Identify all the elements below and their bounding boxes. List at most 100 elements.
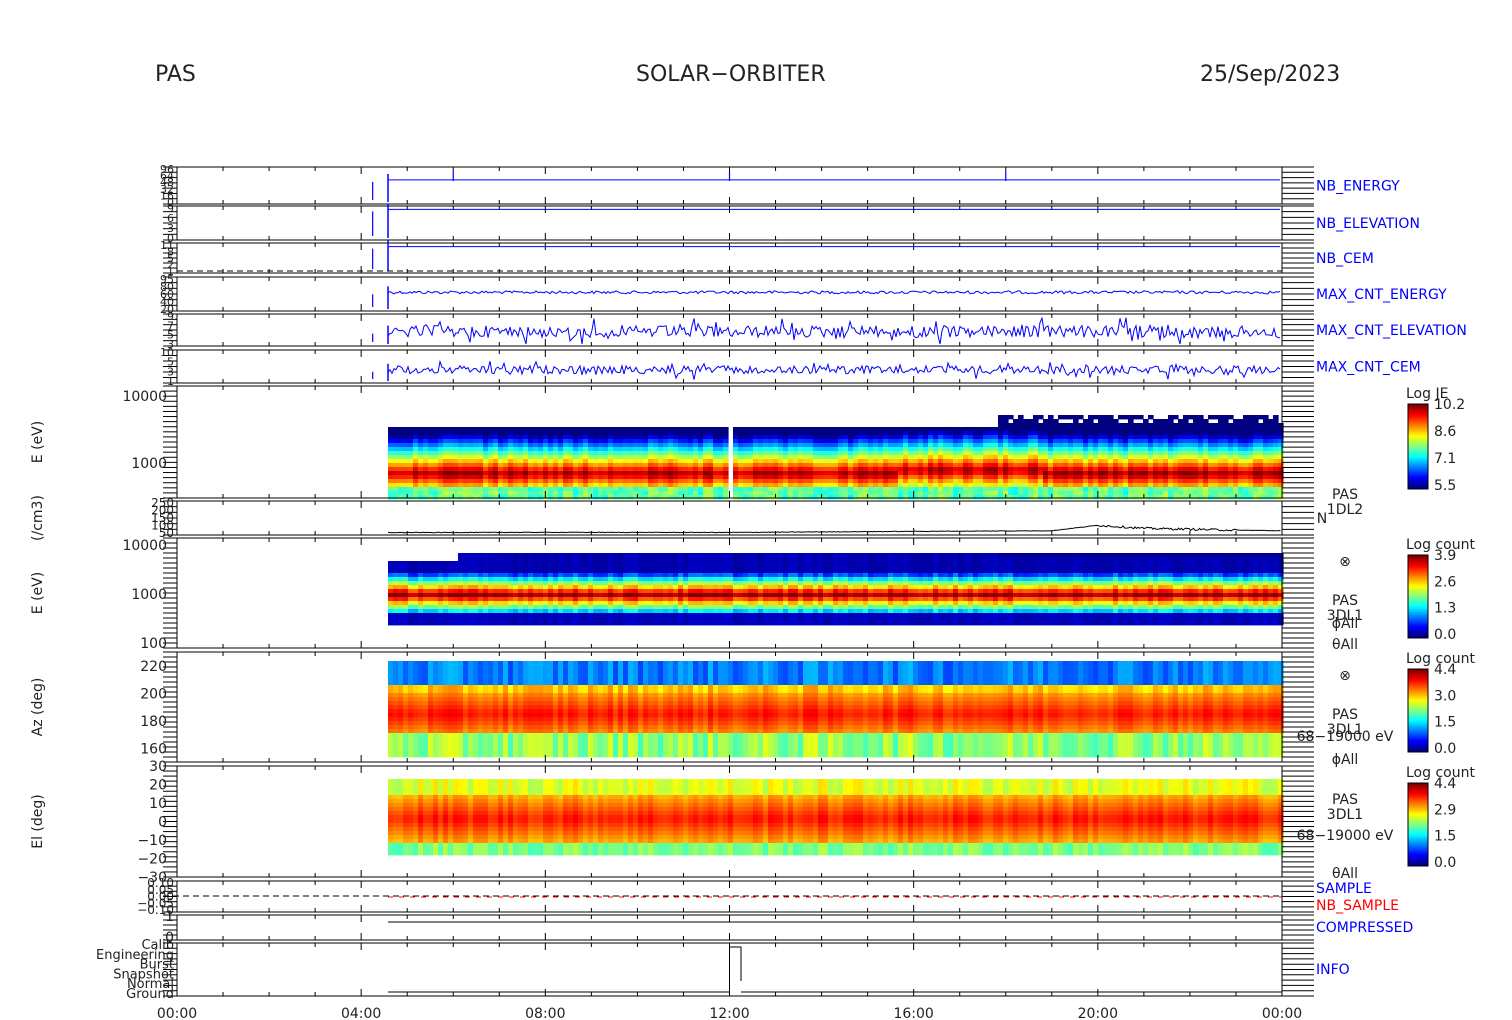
spectro-cell <box>1133 431 1139 436</box>
spectro-cell <box>1253 451 1259 456</box>
spectro-cell <box>458 427 464 432</box>
spectro-cell <box>448 443 454 448</box>
spectro-cell <box>643 573 649 578</box>
spectro-cell <box>978 447 984 452</box>
spectro-cell <box>483 431 489 436</box>
spectro-cell <box>683 487 689 492</box>
spectro-cell <box>683 431 689 436</box>
spectro-cell <box>773 475 779 480</box>
spectro-cell <box>868 479 874 484</box>
spectro-cell <box>1028 479 1034 484</box>
spectro-cell <box>813 435 819 440</box>
spectro-cell <box>628 443 634 448</box>
spectro-cell <box>578 475 584 480</box>
spectro-cell <box>623 621 629 626</box>
spectro-cell <box>1268 451 1274 456</box>
spectro-cell <box>1198 467 1204 472</box>
spectro-cell <box>578 491 584 496</box>
spectro-cell <box>413 561 419 566</box>
spectro-cell <box>453 495 459 500</box>
spectro-cell <box>928 439 934 444</box>
spectro-cell <box>628 557 634 562</box>
spectro-cell <box>648 467 654 472</box>
spectro-cell <box>998 423 1004 428</box>
spectro-cell <box>1213 451 1219 456</box>
spectro-cell <box>818 435 824 440</box>
spectro-cell <box>783 435 789 440</box>
spectro-cell <box>663 573 669 578</box>
spectro-cell <box>413 495 419 500</box>
spectro-cell <box>1048 495 1054 500</box>
spectro-cell <box>1163 495 1169 500</box>
spectro-cell <box>508 451 514 456</box>
spectro-cell <box>738 427 744 432</box>
spectro-cell <box>533 561 539 566</box>
spectro-cell <box>458 455 464 460</box>
spectro-cell <box>853 443 859 448</box>
spectro-cell <box>663 609 669 614</box>
spectro-cell <box>1188 491 1194 496</box>
colorbar-log-je-tick: 8.6 <box>1434 424 1456 440</box>
spectro-cell <box>703 435 709 440</box>
spectro-cell <box>753 435 759 440</box>
spectro-cell <box>533 593 539 598</box>
spectro-cell <box>1028 471 1034 476</box>
spectro-cell <box>878 431 884 436</box>
spectro-cell <box>578 447 584 452</box>
spectro-cell <box>903 487 909 492</box>
spectro-cell <box>523 427 529 432</box>
spectro-cell <box>1153 423 1159 428</box>
spectro-cell <box>568 581 574 586</box>
spectro-cell <box>1048 415 1054 420</box>
spectro-cell <box>498 447 504 452</box>
spectro-cell <box>393 459 399 464</box>
spectro-cell <box>928 459 934 464</box>
spectro-cell <box>433 483 439 488</box>
spectro-cell <box>798 495 804 500</box>
spectro-cell <box>568 569 574 574</box>
spectro-cell <box>593 467 599 472</box>
spectro-cell <box>658 431 664 436</box>
spectro-cell <box>503 455 509 460</box>
spectro-cell <box>573 459 579 464</box>
spectro-cell <box>633 455 639 460</box>
spectro-cell <box>1278 427 1284 432</box>
spectro-cell <box>438 593 444 598</box>
spectro-cell <box>1173 427 1179 432</box>
spectro-cell <box>478 431 484 436</box>
spectro-cell <box>613 561 619 566</box>
spectro-cell <box>528 495 534 500</box>
spectro-cell <box>1188 451 1194 456</box>
spectro-cell <box>593 553 599 558</box>
spectro-cell <box>603 569 609 574</box>
spectro-cell <box>558 427 564 432</box>
spectro-cell <box>593 557 599 562</box>
spectro-cell <box>448 435 454 440</box>
spectro-cell <box>903 479 909 484</box>
spectro-cell <box>463 573 469 578</box>
spectro-cell <box>593 593 599 598</box>
spectro-cell <box>668 553 674 558</box>
spectro-cell <box>633 463 639 468</box>
spectro-cell <box>713 435 719 440</box>
spectro-cell <box>528 601 534 606</box>
spectro-cell <box>578 561 584 566</box>
spectro-cell <box>753 475 759 480</box>
spectro-cell <box>768 455 774 460</box>
spectro-cell <box>393 491 399 496</box>
spectro-cell <box>953 451 959 456</box>
spectro-cell <box>543 597 549 602</box>
spectro-cell <box>1198 443 1204 448</box>
spectro-cell <box>1003 431 1009 436</box>
spectro-cell <box>763 495 769 500</box>
spectro-cell <box>613 431 619 436</box>
spectro-cell <box>513 467 519 472</box>
spectro-cell <box>653 483 659 488</box>
summary-plot: 96644832160NB_ENERGY9630NB_ELEVATION1185… <box>30 163 1475 1020</box>
spectro-cell <box>648 601 654 606</box>
spectro-cell <box>473 605 479 610</box>
spectro-cell <box>1013 467 1019 472</box>
spectro-cell <box>613 483 619 488</box>
spectro-cell <box>488 479 494 484</box>
spectro-cell <box>478 495 484 500</box>
